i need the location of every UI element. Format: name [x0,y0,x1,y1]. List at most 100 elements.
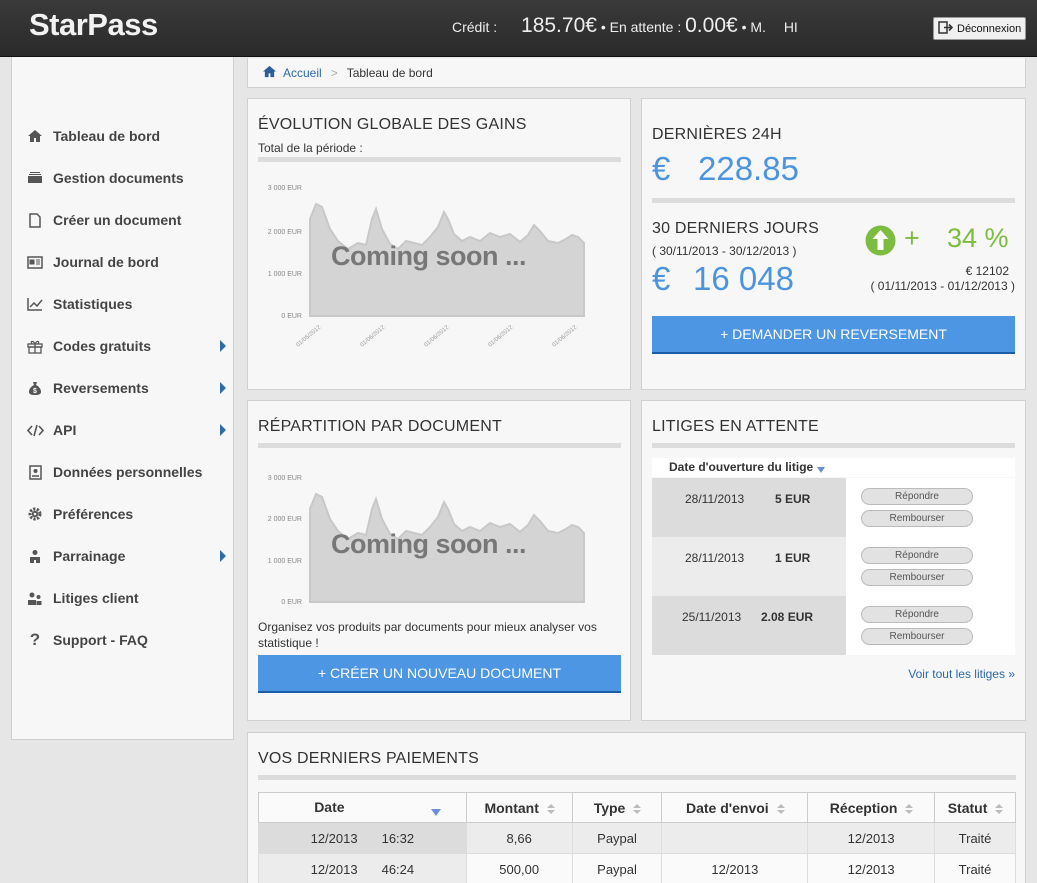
panel-title: RÉPARTITION PAR DOCUMENT [258,418,502,435]
user-name: HI [783,19,798,35]
table-row: 28/11/2013 5 EUR Répondre Rembourser [652,478,1015,537]
divider [258,157,621,162]
sidebar-item-support[interactable]: ? Support - FAQ [26,629,226,651]
divider [258,775,1016,780]
sidebar-item-statistics[interactable]: Statistiques [26,293,226,315]
sidebar-item-referral[interactable]: Parrainage [26,545,226,567]
pending-value: 0.00€ [685,14,738,37]
last-24h-value: 228.85 [698,150,799,187]
x-tick: 01/06/2012 [551,324,578,348]
referral-icon [26,548,44,564]
column-header-type[interactable]: Type [571,792,663,823]
breadcrumb-separator: > [330,65,338,80]
sidebar-item-dashboard[interactable]: Tableau de bord [26,125,226,147]
see-all-litiges-link[interactable]: Voir tout les litiges » [908,667,1015,681]
panel-title: LITIGES EN ATTENTE [652,418,819,435]
sidebar-item-api[interactable]: API [26,419,226,441]
column-header-reception[interactable]: Réception [807,792,936,823]
earnings-summary-panel: DERNIÈRES 24H € 228.85 30 DERNIERS JOURS… [641,98,1026,390]
chevron-right-icon [220,340,226,352]
litige-amount: 2.08 EUR [761,610,814,624]
sidebar-item-documents[interactable]: Gestion documents [26,167,226,189]
last-30-days-currency: € [652,260,671,297]
chart-icon [26,296,44,312]
request-payout-button[interactable]: + DEMANDER UN REVERSEMENT [652,316,1015,354]
last-30-days-title: 30 DERNIERS JOURS [652,220,819,237]
sidebar-item-label: Gestion documents [53,170,184,186]
sidebar-item-litiges[interactable]: Litiges client [26,587,226,609]
payment-date: 12/2013 [310,861,358,877]
litiges-column-header[interactable]: Date d'ouverture du litige [652,458,1015,477]
payment-amount: 500,00 [465,853,573,883]
column-header-amount[interactable]: Montant [465,792,573,823]
credit-summary: Crédit : 185.70€ • En attente : 0.00€ • … [452,14,798,38]
x-tick: 01/06/2012 [423,324,450,348]
sidebar-item-label: Reversements [53,380,149,396]
last-24h-title: DERNIÈRES 24H [652,126,782,143]
column-header-date[interactable]: Date [258,792,467,823]
logo[interactable]: StarPass [29,7,158,43]
growth-value: 34 % [947,223,1009,253]
sidebar-item-personal-data[interactable]: Données personnelles [26,461,226,483]
last-24h-currency: € [652,150,671,187]
column-header-status[interactable]: Statut [934,792,1016,823]
money-bag-icon: $ [26,380,44,396]
column-header-sent-date[interactable]: Date d'envoi [661,792,809,823]
code-icon [26,422,44,438]
sidebar-item-reversements[interactable]: $ Reversements [26,377,226,399]
chevron-right-icon [220,382,226,394]
sort-desc-icon [430,809,441,816]
home-icon [26,128,44,144]
x-tick: 01/06/2012 [487,324,514,348]
coming-soon-overlay: Coming soon ... [331,529,527,559]
sidebar-item-preferences[interactable]: Préférences [26,503,226,525]
sidebar-item-free-codes[interactable]: Codes gratuits [26,335,226,357]
question-icon: ? [29,630,41,649]
reply-button[interactable]: Répondre [861,606,973,623]
repartition-chart: 3 000 EUR 2 000 EUR 1 000 EUR 0 EUR Comi… [258,469,598,619]
payment-date: 12/2013 [310,830,358,846]
reply-button[interactable]: Répondre [861,488,973,505]
sort-icon [633,803,642,814]
sort-icon [816,467,825,473]
payment-time: 16:32 [381,830,415,846]
refund-button[interactable]: Rembourser [861,510,973,527]
coming-soon-overlay: Coming soon ... [331,241,527,271]
sidebar-item-label: Support - FAQ [53,632,148,648]
divider [652,443,1015,448]
gear-icon [26,506,44,522]
sort-icon [546,803,555,814]
payments-panel: VOS DERNIERS PAIEMENTS Date Montant Type… [247,732,1026,883]
sidebar-item-create-document[interactable]: Créer un document [26,209,226,231]
reply-button[interactable]: Répondre [861,547,973,564]
payment-sent-date [661,822,809,854]
litige-date: 28/11/2013 [685,492,745,506]
gift-icon [26,338,44,354]
refund-button[interactable]: Rembourser [861,569,973,586]
home-icon[interactable] [262,65,277,81]
table-row: 28/11/2013 1 EUR Répondre Rembourser [652,537,1015,596]
credit-label: Crédit : [452,19,498,35]
sort-icon [776,803,785,814]
refund-button[interactable]: Rembourser [861,628,973,645]
gains-chart: 3 000 EUR 2 000 EUR 1 000 EUR 0 EUR 01/0… [258,179,598,359]
panel-title: VOS DERNIERS PAIEMENTS [258,750,480,767]
payment-type: Paypal [571,853,663,883]
sidebar-item-label: Litiges client [53,590,139,606]
sidebar-item-journal[interactable]: Journal de bord [26,251,226,273]
table-row: 25/11/2013 2.08 EUR Répondre Rembourser [652,596,1015,655]
litige-date: 25/11/2013 [682,610,742,624]
breadcrumb-home-link[interactable]: Accueil [283,66,322,80]
payment-status: Traité [934,822,1016,854]
create-document-button[interactable]: + CRÉER UN NOUVEAU DOCUMENT [258,655,621,693]
logout-button[interactable]: Déconnexion [933,17,1026,40]
sidebar-item-label: Préférences [53,506,134,522]
new-document-icon [26,212,44,228]
last-30-days-value: 16 048 [693,260,794,297]
logout-icon [938,20,954,37]
sidebar: Tableau de bord Gestion documents Créer … [11,57,234,740]
table-row[interactable]: 12/2013 16:32 8,66 Paypal 12/2013 Traité [258,822,1016,854]
previous-range: ( 01/11/2013 - 01/12/2013 ) [870,279,1015,293]
sort-icon [905,803,914,814]
table-row[interactable]: 12/2013 46:24 500,00 Paypal 12/2013 12/20… [258,853,1016,883]
